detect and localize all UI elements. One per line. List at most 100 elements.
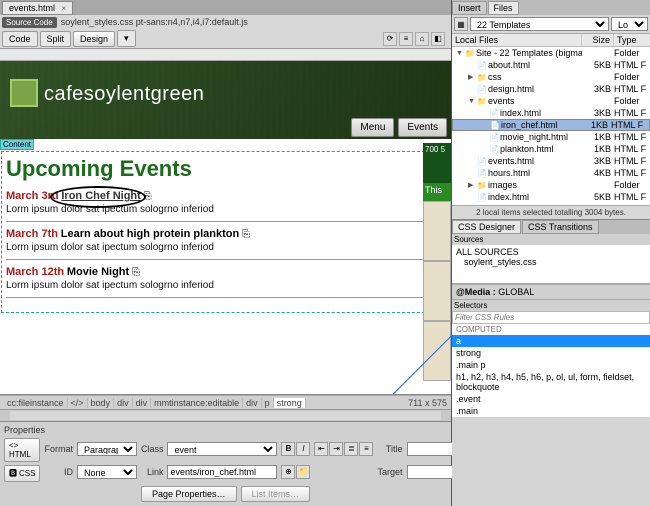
page-properties-button[interactable]: Page Properties… <box>141 486 237 502</box>
event-date[interactable]: March 3rd <box>6 190 59 202</box>
file-tree-row[interactable]: ▼📁Site - 22 Templates (bigma…Folder <box>452 47 650 59</box>
css-designer-tab[interactable]: CSS Designer <box>452 220 521 234</box>
selector-item[interactable]: COMPUTED <box>452 324 650 335</box>
horizontal-scrollbar[interactable] <box>0 409 451 421</box>
disclosure-icon[interactable]: ▼ <box>468 98 476 105</box>
toolbar-icon-3[interactable]: ⌂ <box>415 32 429 46</box>
event-row: March 3rd Iron Chef Night ⎘ <box>6 190 445 202</box>
design-dropdown-icon[interactable]: ▾ <box>117 30 136 47</box>
bold-icon[interactable]: B <box>281 442 295 456</box>
file-tree-row[interactable]: ▼📁eventsFolder <box>452 95 650 107</box>
selector-item[interactable]: .event <box>452 393 650 405</box>
split-view-button[interactable]: Split <box>40 31 72 47</box>
tag-crumb[interactable]: div <box>133 398 152 408</box>
nav-events-button[interactable]: Events <box>398 118 447 137</box>
tag-crumb[interactable]: p <box>262 398 274 408</box>
file-tree-row[interactable]: 📄design.html3KBHTML F <box>452 83 650 95</box>
tag-crumb[interactable]: div <box>114 398 133 408</box>
file-tree-row[interactable]: 📄index.html3KBHTML F <box>452 107 650 119</box>
toolbar-icon-2[interactable]: ≡ <box>399 32 413 46</box>
css-transitions-tab[interactable]: CSS Transitions <box>522 220 599 234</box>
tab-title: events.html <box>9 3 55 13</box>
indent-icon[interactable]: ⇥ <box>329 442 343 456</box>
event-title-link[interactable]: Iron Chef Night <box>61 190 140 202</box>
tag-crumb[interactable]: mmtinstance:editable <box>151 398 243 408</box>
tag-crumb[interactable]: cc:fileinstance <box>4 398 68 408</box>
tag-selector-strip[interactable]: cc:fileinstance </> body div div mmtinst… <box>0 395 451 409</box>
event-body[interactable]: Lorm ipsum dolor sat ipectum sologrno in… <box>6 204 445 215</box>
files-tab[interactable]: Files <box>488 1 519 15</box>
file-tree-row[interactable]: 📄index.html5KBHTML F <box>452 191 650 203</box>
toolbar-icon-1[interactable]: ⟳ <box>383 32 397 46</box>
id-select[interactable]: None <box>77 465 137 479</box>
toolbar-icon-4[interactable]: ◧ <box>431 32 445 46</box>
file-name: events.html <box>488 156 582 166</box>
nav-menu-button[interactable]: Menu <box>351 118 394 137</box>
file-name: index.html <box>500 108 582 118</box>
disclosure-icon[interactable]: ▶ <box>468 73 476 81</box>
file-tree-row[interactable]: 📄hours.html4KBHTML F <box>452 167 650 179</box>
disclosure-icon[interactable]: ▼ <box>456 50 464 57</box>
file-tree-row[interactable]: 📄iron_chef.html1KBHTML F <box>452 119 650 131</box>
selector-item[interactable]: strong <box>452 347 650 359</box>
file-tree-row[interactable]: 📄movie_night.html1KBHTML F <box>452 131 650 143</box>
tag-crumb[interactable]: strong <box>274 398 306 408</box>
html-mode-button[interactable]: <> HTML <box>4 438 40 462</box>
selector-item[interactable]: .main <box>452 405 650 417</box>
event-title[interactable]: Movie Night <box>67 266 129 278</box>
site-icon[interactable]: ▦ <box>454 17 468 31</box>
all-sources-label[interactable]: ALL SOURCES <box>456 247 646 257</box>
event-date[interactable]: March 7th <box>6 228 58 240</box>
point-to-file-icon[interactable]: ⊕ <box>281 465 295 479</box>
tag-crumb[interactable]: </> <box>68 398 88 408</box>
format-label: Format <box>44 444 73 454</box>
event-row: March 12th Movie Night ⎘ <box>6 266 445 278</box>
file-tree-row[interactable]: 📄events.html3KBHTML F <box>452 155 650 167</box>
file-tree-row[interactable]: ▶📁cssFolder <box>452 71 650 83</box>
source-code-button[interactable]: Source Code <box>2 17 57 28</box>
file-tree-row[interactable]: ▶📁imagesFolder <box>452 179 650 191</box>
format-select[interactable]: Paragraph <box>77 442 137 456</box>
disclosure-icon[interactable]: ▶ <box>468 181 476 189</box>
selector-item[interactable]: .main p <box>452 359 650 371</box>
ul-icon[interactable]: ≣ <box>344 442 358 456</box>
media-value[interactable]: GLOBAL <box>498 287 534 297</box>
source-file-item[interactable]: soylent_styles.css <box>456 257 646 267</box>
code-view-button[interactable]: Code <box>2 31 38 47</box>
editable-content-region[interactable]: Upcoming Events March 3rd Iron Chef Nigh… <box>1 151 450 313</box>
close-icon[interactable]: × <box>62 4 67 13</box>
view-select[interactable]: Lo <box>611 17 648 31</box>
design-canvas[interactable]: cafesoylentgreen Menu Events Content Upc… <box>0 61 451 395</box>
media-label: @Media : <box>456 287 496 297</box>
design-view-button[interactable]: Design <box>73 31 115 47</box>
document-tab[interactable]: events.html × <box>2 1 73 15</box>
file-name: Site - 22 Templates (bigma… <box>476 48 582 58</box>
selectors-header: Selectors <box>452 299 650 311</box>
event-date[interactable]: March 12th <box>6 266 64 278</box>
outdent-icon[interactable]: ⇤ <box>314 442 328 456</box>
editable-region-label: Content <box>0 139 34 150</box>
file-size: 5KB <box>582 60 614 70</box>
event-body[interactable]: Lorm ipsum dolor sat ipectum sologrno in… <box>6 242 445 253</box>
selector-item[interactable]: h1, h2, h3, h4, h5, h6, p, ol, ul, form,… <box>452 371 650 393</box>
related-files[interactable]: soylent_styles.css pt-sans:n4,n7,i4,i7:d… <box>61 17 248 27</box>
selectors-list[interactable]: COMPUTEDastrong.main ph1, h2, h3, h4, h5… <box>452 324 650 417</box>
event-title[interactable]: Learn about high protein plankton <box>61 228 239 240</box>
ol-icon[interactable]: ≡ <box>359 442 373 456</box>
file-tree-row[interactable]: 📄plankton.html1KBHTML F <box>452 143 650 155</box>
event-body[interactable]: Lorm ipsum dolor sat ipectum sologrno in… <box>6 280 445 291</box>
site-select[interactable]: 22 Templates <box>470 17 609 31</box>
css-mode-button[interactable]: 🅱 CSS <box>4 465 40 482</box>
page-heading[interactable]: Upcoming Events <box>6 156 445 182</box>
filter-css-input[interactable] <box>452 311 650 324</box>
class-select[interactable]: event <box>167 442 277 456</box>
tag-crumb[interactable]: div <box>243 398 262 408</box>
tag-crumb[interactable]: body <box>88 398 115 408</box>
file-tree[interactable]: ▼📁Site - 22 Templates (bigma…Folder📄abou… <box>452 47 650 205</box>
file-tree-row[interactable]: 📄about.html5KBHTML F <box>452 59 650 71</box>
browse-folder-icon[interactable]: 📁 <box>296 465 310 479</box>
insert-tab[interactable]: Insert <box>452 1 487 15</box>
selector-item[interactable]: a <box>452 335 650 347</box>
italic-icon[interactable]: I <box>296 442 310 456</box>
link-input[interactable] <box>167 465 277 479</box>
